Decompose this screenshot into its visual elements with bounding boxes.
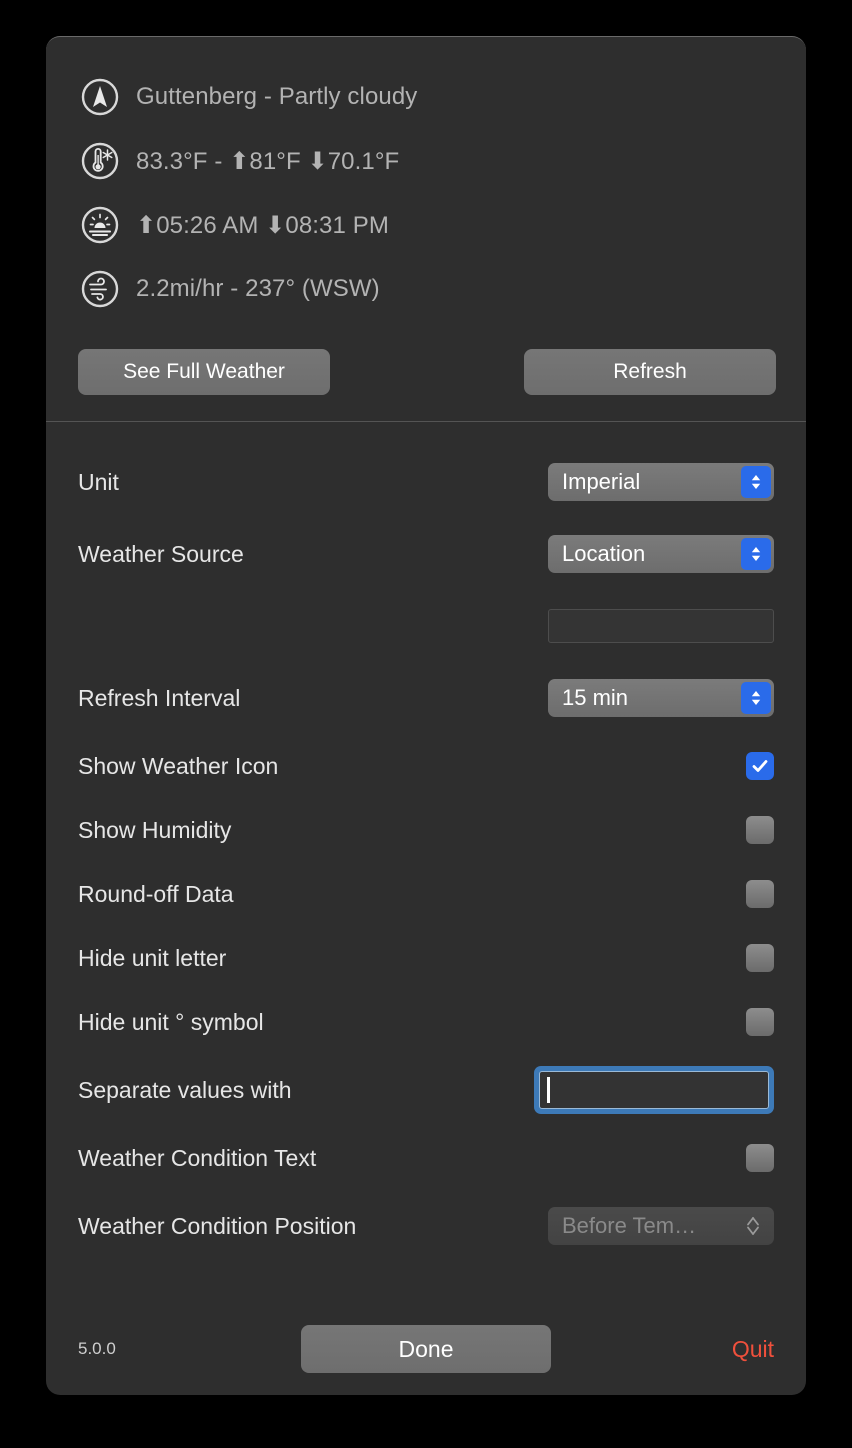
weather-source-control: Location bbox=[548, 535, 774, 573]
hide-unit-degree-checkbox[interactable] bbox=[746, 1008, 774, 1036]
show-weather-icon-control bbox=[746, 752, 774, 780]
weather-summary: Guttenberg - Partly cloudy 83.3°F - ⬆︎81… bbox=[46, 37, 806, 321]
show-humidity-label: Show Humidity bbox=[78, 816, 232, 843]
show-humidity-checkbox[interactable] bbox=[746, 816, 774, 844]
setting-row-unit: Unit Imperial bbox=[78, 446, 774, 518]
weather-source-label: Weather Source bbox=[78, 540, 244, 567]
hide-unit-degree-control bbox=[746, 1008, 774, 1036]
setting-row-refresh-interval: Refresh Interval 15 min bbox=[78, 662, 774, 734]
unit-select-value: Imperial bbox=[562, 469, 641, 494]
settings-list: Unit Imperial Weather Source Location Re… bbox=[46, 422, 806, 1262]
weather-sun-times-text: ⬆︎05:26 AM ⬇︎08:31 PM bbox=[136, 211, 389, 239]
refresh-interval-control: 15 min bbox=[548, 679, 774, 717]
chevron-updown-icon bbox=[741, 466, 771, 498]
chevron-updown-icon bbox=[738, 1210, 768, 1242]
text-caret bbox=[547, 1077, 550, 1103]
wind-icon bbox=[78, 267, 122, 311]
unit-select[interactable]: Imperial bbox=[548, 463, 774, 501]
weather-row-temperature: 83.3°F - ⬆︎81°F ⬇︎70.1°F bbox=[78, 129, 774, 193]
weather-condition-position-control: Before Tem… bbox=[548, 1207, 774, 1245]
unit-label: Unit bbox=[78, 468, 119, 495]
chevron-updown-icon bbox=[741, 682, 771, 714]
refresh-button[interactable]: Refresh bbox=[524, 349, 776, 395]
show-weather-icon-checkbox[interactable] bbox=[746, 752, 774, 780]
weather-condition-position-select: Before Tem… bbox=[548, 1207, 774, 1245]
setting-row-hide-unit-degree: Hide unit ° symbol bbox=[78, 990, 774, 1054]
setting-row-hide-unit-letter: Hide unit letter bbox=[78, 926, 774, 990]
weather-actions: See Full Weather Refresh bbox=[46, 321, 806, 407]
location-arrow-icon bbox=[78, 75, 122, 119]
weather-wind-text: 2.2mi/hr - 237° (WSW) bbox=[136, 275, 380, 302]
show-humidity-control bbox=[746, 816, 774, 844]
setting-row-custom-location bbox=[78, 590, 774, 662]
show-weather-icon-label: Show Weather Icon bbox=[78, 752, 279, 779]
separate-values-control bbox=[534, 1066, 774, 1114]
weather-condition-position-select-value: Before Tem… bbox=[562, 1213, 697, 1238]
refresh-interval-select[interactable]: 15 min bbox=[548, 679, 774, 717]
setting-row-weather-source: Weather Source Location bbox=[78, 518, 774, 590]
setting-row-show-weather-icon: Show Weather Icon bbox=[78, 734, 774, 798]
weather-location-text: Guttenberg - Partly cloudy bbox=[136, 83, 418, 110]
version-label: 5.0.0 bbox=[78, 1339, 116, 1358]
checkmark-icon bbox=[752, 760, 768, 772]
weather-row-wind: 2.2mi/hr - 237° (WSW) bbox=[78, 257, 774, 321]
setting-row-weather-condition-position: Weather Condition Position Before Tem… bbox=[78, 1190, 774, 1262]
custom-location-input[interactable] bbox=[548, 609, 774, 643]
thermometer-snowflake-icon bbox=[78, 139, 122, 183]
quit-button[interactable]: Quit bbox=[732, 1336, 774, 1363]
weather-row-sun-times: ⬆︎05:26 AM ⬇︎08:31 PM bbox=[78, 193, 774, 257]
setting-row-round-off-data: Round-off Data bbox=[78, 862, 774, 926]
weather-condition-text-label: Weather Condition Text bbox=[78, 1144, 317, 1171]
hide-unit-letter-checkbox[interactable] bbox=[746, 944, 774, 972]
hide-unit-letter-label: Hide unit letter bbox=[78, 944, 227, 971]
hide-unit-degree-label: Hide unit ° symbol bbox=[78, 1008, 264, 1035]
unit-control: Imperial bbox=[548, 463, 774, 501]
round-off-data-label: Round-off Data bbox=[78, 880, 234, 907]
app-root: Guttenberg - Partly cloudy 83.3°F - ⬆︎81… bbox=[0, 0, 852, 1448]
round-off-data-control bbox=[746, 880, 774, 908]
weather-row-location: Guttenberg - Partly cloudy bbox=[78, 65, 774, 129]
weather-popover-panel: Guttenberg - Partly cloudy 83.3°F - ⬆︎81… bbox=[46, 36, 806, 1395]
refresh-interval-select-value: 15 min bbox=[562, 685, 629, 710]
weather-condition-text-checkbox[interactable] bbox=[746, 1144, 774, 1172]
footer-bar: 5.0.0 Done Quit bbox=[46, 1303, 806, 1395]
refresh-interval-label: Refresh Interval bbox=[78, 684, 241, 711]
see-full-weather-button[interactable]: See Full Weather bbox=[78, 349, 330, 395]
setting-row-show-humidity: Show Humidity bbox=[78, 798, 774, 862]
done-button[interactable]: Done bbox=[301, 1325, 551, 1373]
hide-unit-letter-control bbox=[746, 944, 774, 972]
round-off-data-checkbox[interactable] bbox=[746, 880, 774, 908]
weather-temperature-text: 83.3°F - ⬆︎81°F ⬇︎70.1°F bbox=[136, 147, 400, 175]
sunrise-sunset-icon bbox=[78, 203, 122, 247]
setting-row-separate-values: Separate values with bbox=[78, 1054, 774, 1126]
separate-values-focus-ring bbox=[534, 1066, 774, 1114]
weather-condition-position-label: Weather Condition Position bbox=[78, 1212, 357, 1239]
weather-condition-text-control bbox=[746, 1144, 774, 1172]
weather-source-select-value: Location bbox=[562, 541, 646, 566]
custom-location-control bbox=[548, 609, 774, 643]
chevron-updown-icon bbox=[741, 538, 771, 570]
section-divider bbox=[46, 421, 806, 422]
separate-values-label: Separate values with bbox=[78, 1076, 292, 1103]
separate-values-input[interactable] bbox=[539, 1071, 769, 1109]
setting-row-weather-condition-text: Weather Condition Text bbox=[78, 1126, 774, 1190]
weather-source-select[interactable]: Location bbox=[548, 535, 774, 573]
